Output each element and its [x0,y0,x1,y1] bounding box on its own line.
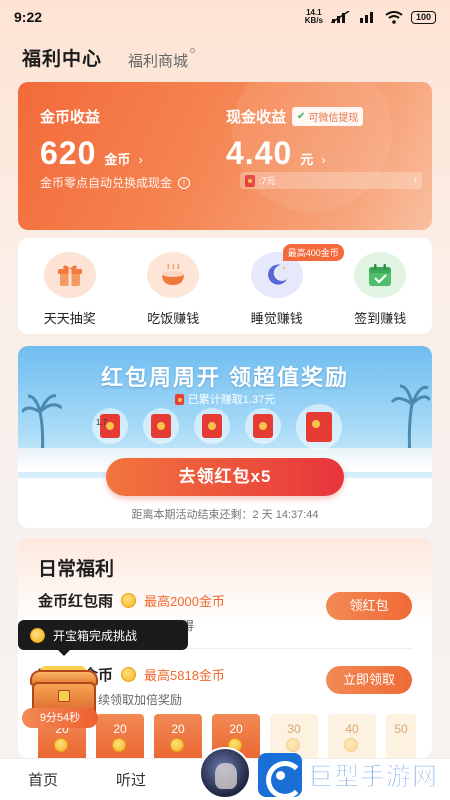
red-envelope-icon [253,414,273,438]
red-envelope-icon [202,414,222,438]
red-packet-item[interactable]: 1.7 [92,408,128,444]
red-packet-item[interactable] [143,408,179,444]
red-packet-item[interactable] [194,408,230,444]
promo-earned-text: 已累计赚取1.37元 [187,394,276,406]
coin-icon [54,738,68,752]
quick-action-label: 吃饭赚钱 [147,311,200,326]
coin-icon [170,738,184,752]
red-packet-item-big[interactable] [296,404,342,450]
quick-actions: 天天抽奖 吃饭赚钱 最高400金币 睡觉赚钱 签到赚钱 [18,238,432,334]
status-icons: 14.1 KB/s 100 [305,9,436,25]
quick-action-label: 天天抽奖 [43,311,96,326]
info-icon[interactable]: ! [178,176,191,189]
battery-indicator: 100 [410,10,436,24]
wechat-withdraw-badge: ✔ 可微信提现 [292,107,364,126]
quick-action-label: 睡觉赚钱 [250,311,303,326]
red-envelope-icon [306,412,332,442]
wifi-icon [385,10,403,24]
task-name: 金币红包雨 [38,593,114,610]
coin-cell-value: 50 [394,722,408,736]
chevron-right-icon: › [138,152,143,167]
nav-listened[interactable]: 听过 [116,769,146,790]
quick-action-signin[interactable]: 签到赚钱 [340,252,420,334]
quick-action-lottery[interactable]: 天天抽奖 [30,252,110,334]
quick-action-sleep[interactable]: 最高400金币 睡觉赚钱 [237,244,344,334]
quick-action-meal[interactable]: 吃饭赚钱 [133,252,213,334]
coin-icon [30,627,45,643]
cash-earnings[interactable]: 现金收益 ✔ 可微信提现 4.40 元 › [226,106,364,172]
coin-cell[interactable]: 20 [154,714,202,762]
tab-welfare-mall-label: 福利商城 [128,53,189,70]
nav-home[interactable]: 首页 [28,769,58,790]
coin-earnings-label: 金币收益 [40,109,101,126]
cash-earnings-value: 4.40 [226,135,293,171]
coin-cell-value: 20 [113,722,127,736]
claim-red-packet-task-button[interactable]: 领红包 [326,592,412,620]
cash-detail-pill[interactable]: :7元 › [240,172,422,189]
check-icon: ✔ [297,111,306,122]
chevron-right-icon: › [321,152,326,167]
wechat-withdraw-text: 可微信提现 [308,113,359,124]
red-packet-label: 1.7 [96,418,108,427]
red-envelope-icon [245,174,255,187]
coin-earnings-unit: 金币 [104,152,131,167]
coin-cell-value: 20 [229,722,243,736]
rice-bowl-icon [147,252,200,298]
coin-icon [121,593,137,608]
chevron-right-icon: › [413,175,417,186]
coin-icon [112,738,126,752]
site-watermark: 巨型手游网 [258,750,448,800]
task-reward: 最高2000金币 [144,594,225,609]
gift-icon [43,252,96,298]
claim-red-packet-button[interactable]: 去领红包x5 [106,458,344,496]
promo-countdown: 距离本期活动结束还剩：2 天 14:37:44 [131,509,319,521]
daily-welfare-title: 日常福利 [38,559,115,580]
page-title[interactable]: 福利中心 [22,44,102,71]
now-playing-avatar[interactable] [199,747,251,799]
auto-convert-text: 金币零点自动兑换成现金 [40,176,173,190]
tab-dot-icon [190,48,196,53]
coin-earnings[interactable]: 金币收益 620 金币 › [40,106,143,172]
status-time: 9:22 [14,9,43,25]
promo-earned: 已累计赚取1.37元 [18,391,432,407]
quick-action-label: 签到赚钱 [354,311,407,326]
status-bar: 9:22 14.1 KB/s 100 [0,0,450,34]
calendar-check-icon [354,252,407,298]
page-header: 福利中心 福利商城 [22,44,196,71]
coin-cell-value: 40 [345,722,359,736]
earnings-card: 金币收益 620 金币 › 现金收益 ✔ 可微信提现 4.40 元 › 金币零点… [18,82,432,230]
coin-cell-value: 30 [287,722,301,736]
coin-icon [121,667,137,682]
red-packet-promo-card: 红包周周开 领超值奖励 已累计赚取1.37元 1.7 去领红包x5 距离本期活动… [18,346,432,528]
watermark-text: 巨型手游网 [308,763,439,792]
cash-earnings-label: 现金收益 [226,109,287,126]
signal-icon [330,11,350,23]
red-envelope-icon [151,414,171,438]
watermark-logo-icon [258,753,304,799]
hd-signal-icon [359,12,373,23]
red-envelope-icon [174,393,184,405]
red-packet-row: 1.7 [92,404,342,450]
coin-earnings-value: 620 [40,135,97,171]
task-reward: 最高5818金币 [144,668,225,683]
treasure-timer: 9分54秒 [22,708,98,728]
coin-cell-value: 20 [171,722,185,736]
cash-pill-text: :7元 [259,176,276,186]
auto-convert-note: 金币零点自动兑换成现金 ! [40,174,191,191]
sleep-reward-badge: 最高400金币 [282,244,344,261]
promo-title: 红包周周开 领超值奖励 [100,365,350,390]
treasure-tooltip: 开宝箱完成挑战 [18,620,188,656]
treasure-tooltip-text: 开宝箱完成挑战 [53,628,138,643]
cash-earnings-unit: 元 [300,152,314,167]
tab-welfare-mall[interactable]: 福利商城 [128,48,196,71]
claim-now-button[interactable]: 立即领取 [326,666,412,694]
network-speed-unit: KB/s [304,16,323,25]
red-packet-item[interactable] [245,408,281,444]
network-speed: 14.1 KB/s [305,9,323,25]
